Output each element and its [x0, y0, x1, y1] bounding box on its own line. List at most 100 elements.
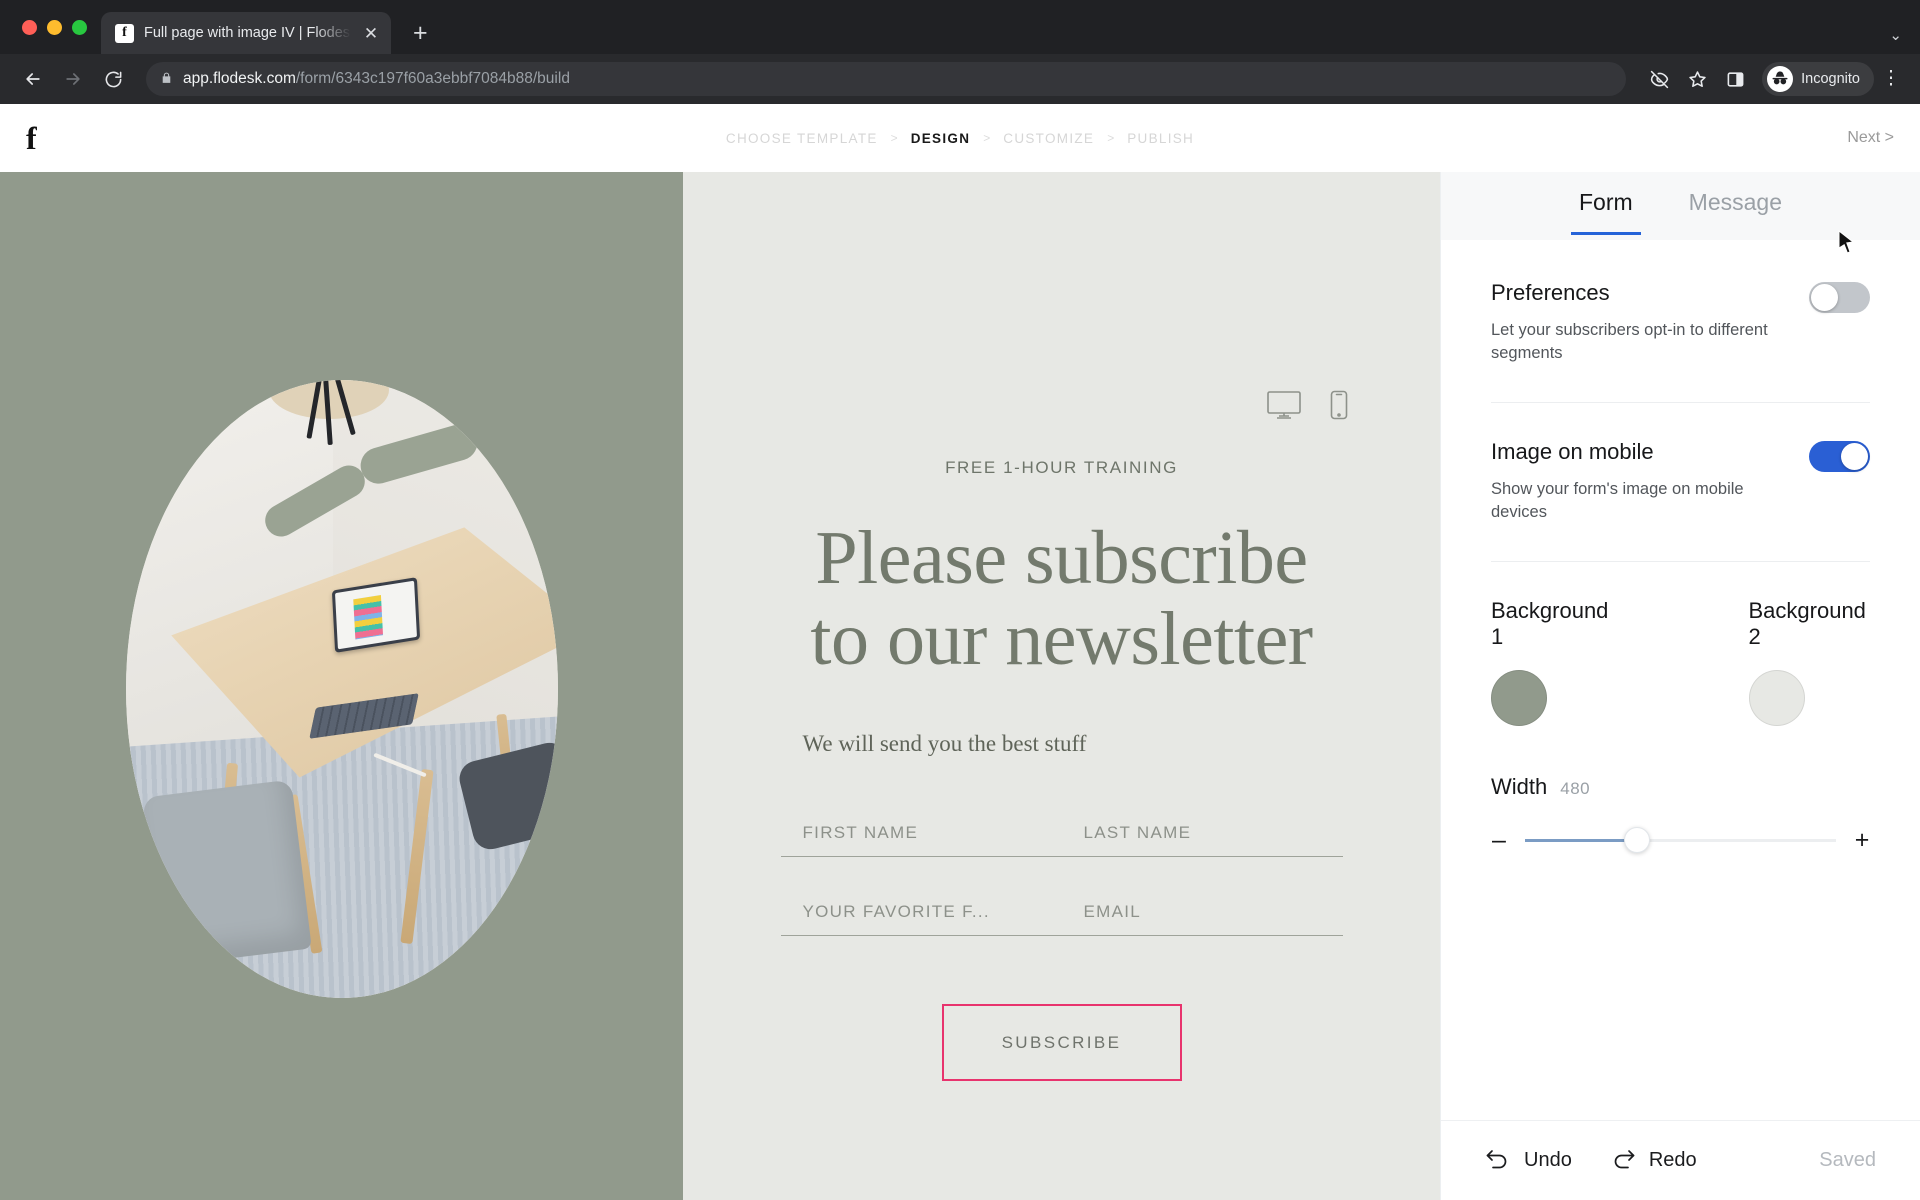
side-panel-icon[interactable] — [1718, 62, 1752, 96]
eye-slash-icon[interactable] — [1642, 62, 1676, 96]
address-bar[interactable]: app.flodesk.com/form/6343c197f60a3ebbf70… — [146, 62, 1627, 96]
toggle-knob — [1811, 284, 1838, 311]
field-row: YOUR FAVORITE F... EMAIL — [780, 888, 1343, 937]
background-2-swatch[interactable] — [1748, 669, 1805, 726]
tab-title: Full page with image IV | Flodesk — [144, 25, 351, 41]
image-on-mobile-description: Show your form's image on mobile devices — [1491, 479, 1744, 522]
chevron-down-icon[interactable]: ⌄ — [1889, 26, 1902, 44]
sidebar-tabs: Form Message — [1441, 172, 1920, 254]
browser-window: f Full page with image IV | Flodesk ✕ + … — [0, 0, 1920, 1200]
redo-arrow-icon — [1610, 1147, 1636, 1175]
arrow-forward-icon[interactable] — [56, 62, 90, 96]
width-slider-row: – + — [1491, 827, 1870, 854]
redo-label: Redo — [1648, 1149, 1697, 1171]
width-increase-button[interactable]: + — [1854, 827, 1870, 853]
browser-tab[interactable]: f Full page with image IV | Flodesk ✕ — [101, 12, 391, 54]
preferences-toggle[interactable] — [1809, 282, 1870, 313]
app-header: f CHOOSE TEMPLATE > DESIGN > CUSTOMIZE >… — [0, 104, 1920, 172]
incognito-label: Incognito — [1801, 71, 1860, 87]
preferences-setting: Preferences Let your subscribers opt-in … — [1491, 280, 1870, 366]
next-button[interactable]: Next > — [1847, 129, 1894, 147]
email-input[interactable]: EMAIL — [1062, 888, 1343, 922]
redo-button[interactable]: Redo — [1610, 1147, 1697, 1175]
flodesk-app: f CHOOSE TEMPLATE > DESIGN > CUSTOMIZE >… — [0, 104, 1920, 1200]
width-label: Width — [1491, 773, 1548, 799]
form-subcopy[interactable]: We will send you the best stuff — [781, 731, 1343, 757]
form-content: FREE 1-HOUR TRAINING Please subscribe to… — [780, 458, 1343, 1082]
arrow-back-icon[interactable] — [16, 62, 50, 96]
browser-toolbar: app.flodesk.com/form/6343c197f60a3ebbf70… — [0, 54, 1920, 104]
breadcrumb: CHOOSE TEMPLATE > DESIGN > CUSTOMIZE > P… — [726, 131, 1194, 146]
preferences-text: Preferences Let your subscribers opt-in … — [1491, 280, 1801, 366]
settings-sidebar: Form Message Preferences Let your subscr… — [1440, 172, 1920, 1200]
incognito-avatar-icon — [1767, 66, 1794, 92]
app-body: FREE 1-HOUR TRAINING Please subscribe to… — [0, 172, 1920, 1200]
url-path: /form/6343c197f60a3ebbf7084b88/build — [295, 70, 570, 87]
lock-icon — [160, 71, 173, 88]
last-name-input[interactable]: LAST NAME — [1062, 809, 1343, 843]
step-customize[interactable]: CUSTOMIZE — [1003, 131, 1094, 146]
width-slider-fill — [1525, 838, 1637, 842]
background-2-group: Background 2 — [1748, 597, 1871, 726]
field-row: FIRST NAME LAST NAME — [780, 809, 1343, 858]
incognito-profile-button[interactable]: Incognito — [1762, 62, 1874, 96]
favorite-food-input[interactable]: YOUR FAVORITE F... — [781, 888, 1062, 922]
form-eyebrow[interactable]: FREE 1-HOUR TRAINING — [781, 458, 1343, 478]
star-icon[interactable] — [1680, 62, 1714, 96]
background-1-swatch[interactable] — [1491, 669, 1547, 726]
browser-tabstrip: f Full page with image IV | Flodesk ✕ + … — [0, 0, 1920, 54]
flodesk-logo[interactable]: f — [26, 122, 37, 154]
sidebar-content: Preferences Let your subscribers opt-in … — [1441, 240, 1920, 1120]
background-2-label: Background 2 — [1748, 597, 1866, 649]
device-preview-toggle — [1266, 390, 1348, 420]
address-bar-url: app.flodesk.com/form/6343c197f60a3ebbf70… — [183, 70, 570, 88]
background-colors: Background 1 Background 2 — [1491, 598, 1870, 726]
step-design[interactable]: DESIGN — [911, 131, 971, 146]
mobile-phone-icon[interactable] — [1330, 390, 1348, 420]
divider — [1491, 401, 1870, 403]
plus-icon[interactable]: + — [413, 21, 428, 46]
tab-form[interactable]: Form — [1571, 189, 1641, 235]
form-image-panel[interactable] — [0, 172, 683, 1200]
undo-button[interactable]: Undo — [1485, 1147, 1572, 1175]
image-on-mobile-toggle[interactable] — [1809, 440, 1870, 472]
image-on-mobile-setting: Image on mobile Show your form's image o… — [1491, 439, 1870, 525]
width-slider-thumb[interactable] — [1623, 827, 1650, 854]
window-controls — [14, 0, 101, 54]
step-separator: > — [1107, 131, 1115, 145]
toggle-knob — [1841, 442, 1868, 470]
maximize-window-button[interactable] — [72, 19, 87, 35]
first-name-input[interactable]: FIRST NAME — [781, 809, 1062, 843]
flodesk-f-icon: f — [115, 23, 134, 43]
background-1-group: Background 1 — [1491, 598, 1613, 726]
step-separator: > — [890, 131, 898, 145]
reload-icon[interactable] — [96, 62, 130, 96]
divider — [1491, 560, 1870, 562]
width-value: 480 — [1560, 778, 1591, 798]
kebab-menu-icon[interactable]: ⋮ — [1878, 69, 1904, 89]
desktop-monitor-icon[interactable] — [1266, 390, 1302, 420]
toolbar-icons: Incognito ⋮ — [1642, 62, 1904, 96]
form-hero-image[interactable] — [126, 380, 558, 998]
width-setting-header: Width 480 — [1491, 774, 1870, 800]
undo-label: Undo — [1524, 1149, 1572, 1171]
tab-message[interactable]: Message — [1689, 189, 1782, 223]
sidebar-footer: Undo Redo Saved — [1441, 1120, 1920, 1200]
close-window-button[interactable] — [22, 19, 37, 35]
image-on-mobile-text: Image on mobile Show your form's image o… — [1491, 439, 1801, 525]
minimize-window-button[interactable] — [47, 19, 62, 35]
image-on-mobile-title: Image on mobile — [1491, 438, 1654, 464]
width-decrease-button[interactable]: – — [1491, 827, 1507, 853]
subscribe-button[interactable]: SUBSCRIBE — [941, 1004, 1182, 1082]
close-icon[interactable]: ✕ — [361, 25, 381, 42]
url-host: app.flodesk.com — [183, 70, 296, 87]
form-headline[interactable]: Please subscribe to our newsletter — [781, 518, 1343, 679]
step-choose-template[interactable]: CHOOSE TEMPLATE — [726, 131, 878, 146]
preferences-title: Preferences — [1491, 280, 1610, 305]
width-slider-track[interactable] — [1525, 827, 1836, 854]
undo-arrow-icon — [1485, 1147, 1511, 1175]
form-fields: FIRST NAME LAST NAME YOUR FAVORITE F... … — [780, 809, 1343, 937]
tabstrip-right: ⌄ — [1889, 26, 1920, 54]
preferences-description: Let your subscribers opt-in to different… — [1491, 321, 1768, 363]
step-publish[interactable]: PUBLISH — [1127, 131, 1194, 146]
